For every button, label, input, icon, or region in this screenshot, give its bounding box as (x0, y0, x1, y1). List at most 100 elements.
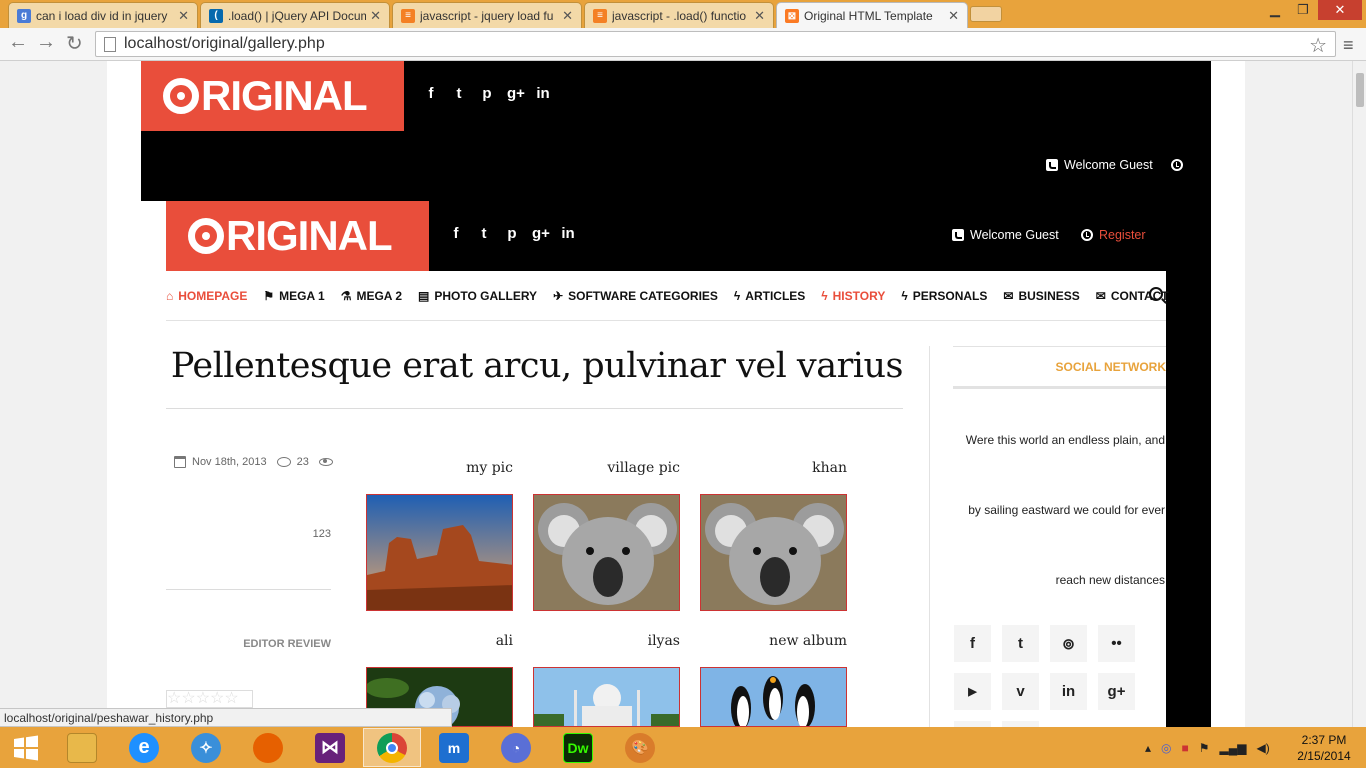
vimeo-icon[interactable]: v (1002, 673, 1039, 710)
comment-count[interactable]: 23 (297, 456, 309, 468)
explorer-icon[interactable] (53, 728, 111, 767)
chevron-up-icon[interactable]: ▴ (1145, 741, 1151, 755)
paint-icon[interactable]: 🎨 (611, 728, 669, 767)
flickr-icon[interactable]: •• (1098, 625, 1135, 662)
menu-icon[interactable]: ≡ (1343, 35, 1354, 56)
gallery-label[interactable]: village pic (533, 460, 680, 476)
close-icon[interactable]: ✕ (370, 8, 381, 24)
minimize-button[interactable]: ▁ (1262, 0, 1288, 20)
twitter-icon[interactable]: t (1002, 625, 1039, 662)
gallery-label[interactable]: ilyas (533, 633, 680, 649)
forward-icon[interactable]: → (36, 31, 56, 54)
gallery-label[interactable]: new album (700, 633, 847, 649)
target-icon (163, 78, 199, 114)
back-icon[interactable]: ← (8, 31, 28, 54)
nav-software-categories[interactable]: ✈ SOFTWARE CATEGORIES (553, 289, 718, 303)
tab-3[interactable]: ≡ javascript - jquery load fu ✕ (392, 2, 582, 28)
tab-title: Original HTML Template (804, 9, 933, 23)
nav-history[interactable]: ϟ HISTORY (821, 289, 885, 303)
safari-icon[interactable]: ✧ (177, 728, 235, 767)
nav-personals[interactable]: ϟ PERSONALS (901, 289, 987, 303)
nav-business[interactable]: ✉ BUSINESS (1003, 289, 1079, 303)
bookmark-star-icon[interactable]: ☆ (1309, 33, 1327, 58)
taj-mahal-photo[interactable] (533, 667, 680, 727)
star-icon[interactable]: ☆ (196, 691, 210, 707)
firefox-icon[interactable] (239, 728, 297, 767)
maximize-button[interactable]: ❐ (1290, 0, 1316, 20)
linkedin-icon[interactable]: in (535, 85, 551, 102)
new-tab-button[interactable] (970, 6, 1002, 22)
star-icon[interactable]: ☆ (181, 691, 195, 707)
gallery-label[interactable]: khan (700, 460, 847, 476)
maxthon-icon[interactable]: m (425, 728, 483, 767)
tab-4[interactable]: ≡ javascript - .load() functio ✕ (584, 2, 774, 28)
googleplus-icon[interactable]: g+ (532, 225, 550, 242)
register-link[interactable]: Register (1081, 228, 1146, 242)
star-rating[interactable]: ☆ ☆ ☆ ☆ ☆ (166, 690, 253, 708)
nav-label: MEGA 2 (356, 289, 403, 303)
tab-1[interactable]: g can i load div id in jquery ✕ (8, 2, 198, 28)
nav-label: PERSONALS (912, 289, 988, 303)
volume-icon[interactable]: ◀) (1257, 741, 1270, 755)
system-clock[interactable]: 2:37 PM 2/15/2014 (1290, 732, 1358, 764)
dreamweaver-icon[interactable]: Dw (549, 728, 607, 767)
twitter-icon[interactable]: t (476, 225, 492, 242)
flag-icon[interactable]: ⚑ (1199, 741, 1210, 755)
start-button[interactable] (0, 728, 52, 767)
twitter-icon[interactable]: t (451, 85, 467, 102)
torrent-icon[interactable]: ◔ (487, 728, 545, 767)
taskbar: e ✧ ⋈ m ◔ Dw 🎨 ▴ ◎ ■ ⚑ ▂▄▆ ◀) 2:37 PM 2/… (0, 727, 1366, 768)
tab-5[interactable]: ⊠ Original HTML Template ✕ (776, 2, 968, 29)
tab-strip: g can i load div id in jquery ✕ ( .load(… (0, 0, 1366, 29)
nav-mega-1[interactable]: ⚑ MEGA 1 (263, 289, 324, 303)
close-icon[interactable]: ✕ (178, 8, 189, 24)
close-icon[interactable]: ✕ (948, 8, 959, 24)
star-icon[interactable]: ☆ (224, 691, 238, 707)
chrome-icon[interactable] (363, 728, 421, 767)
nav-articles[interactable]: ϟ ARTICLES (734, 289, 805, 303)
nav-mega-2[interactable]: ⚗ MEGA 2 (341, 289, 402, 303)
close-icon[interactable]: ✕ (754, 8, 765, 24)
welcome-guest[interactable]: Welcome Guest (1046, 158, 1183, 172)
pinterest-icon[interactable]: p (504, 225, 520, 242)
facebook-icon[interactable]: f (954, 625, 991, 662)
site-logo[interactable]: RIGINAL (166, 201, 429, 271)
nav-homepage[interactable]: ⌂ HOMEPAGE (166, 289, 247, 303)
stackoverflow-icon: ≡ (401, 8, 415, 23)
scrollbar-thumb[interactable] (1356, 73, 1364, 107)
welcome-guest[interactable]: Welcome Guest (952, 228, 1059, 242)
koala-photo[interactable] (533, 494, 680, 611)
reload-icon[interactable]: ↻ (66, 31, 83, 56)
desert-photo[interactable] (366, 494, 513, 611)
editor-review-heading: EDITOR REVIEW (243, 638, 331, 650)
linkedin-icon[interactable]: in (1050, 673, 1087, 710)
scrollbar[interactable] (1352, 61, 1366, 727)
googleplus-icon[interactable]: g+ (507, 85, 525, 102)
facebook-icon[interactable]: f (448, 225, 464, 242)
star-icon[interactable]: ☆ (167, 691, 181, 707)
close-icon[interactable]: ✕ (562, 8, 573, 24)
site-logo[interactable]: RIGINAL (141, 61, 404, 131)
youtube-icon[interactable]: ▶ (954, 673, 991, 710)
window-close-button[interactable]: ✕ (1318, 0, 1362, 20)
pinterest-icon[interactable]: p (479, 85, 495, 102)
address-bar[interactable]: localhost/original/gallery.php ☆ (95, 31, 1336, 57)
rss-icon[interactable]: ⊚ (1050, 625, 1087, 662)
search-icon[interactable] (1149, 287, 1163, 301)
star-icon[interactable]: ☆ (210, 691, 224, 707)
visual-studio-icon[interactable]: ⋈ (301, 728, 359, 767)
nav-divider (166, 320, 1166, 321)
linkedin-icon[interactable]: in (560, 225, 576, 242)
gallery-label[interactable]: my pic (366, 460, 513, 476)
penguins-photo[interactable] (700, 667, 847, 727)
network-icon[interactable]: ◎ (1161, 741, 1171, 755)
shield-icon[interactable]: ■ (1182, 741, 1189, 755)
facebook-icon[interactable]: f (423, 85, 439, 102)
googleplus-icon[interactable]: g+ (1098, 673, 1135, 710)
nav-photo-gallery[interactable]: ▤ PHOTO GALLERY (418, 289, 537, 303)
koala-photo[interactable] (700, 494, 847, 611)
tab-2[interactable]: ( .load() | jQuery API Docum ✕ (200, 2, 390, 28)
gallery-label[interactable]: ali (366, 633, 513, 649)
internet-explorer-icon[interactable]: e (115, 728, 173, 767)
signal-icon[interactable]: ▂▄▆ (1220, 741, 1247, 755)
